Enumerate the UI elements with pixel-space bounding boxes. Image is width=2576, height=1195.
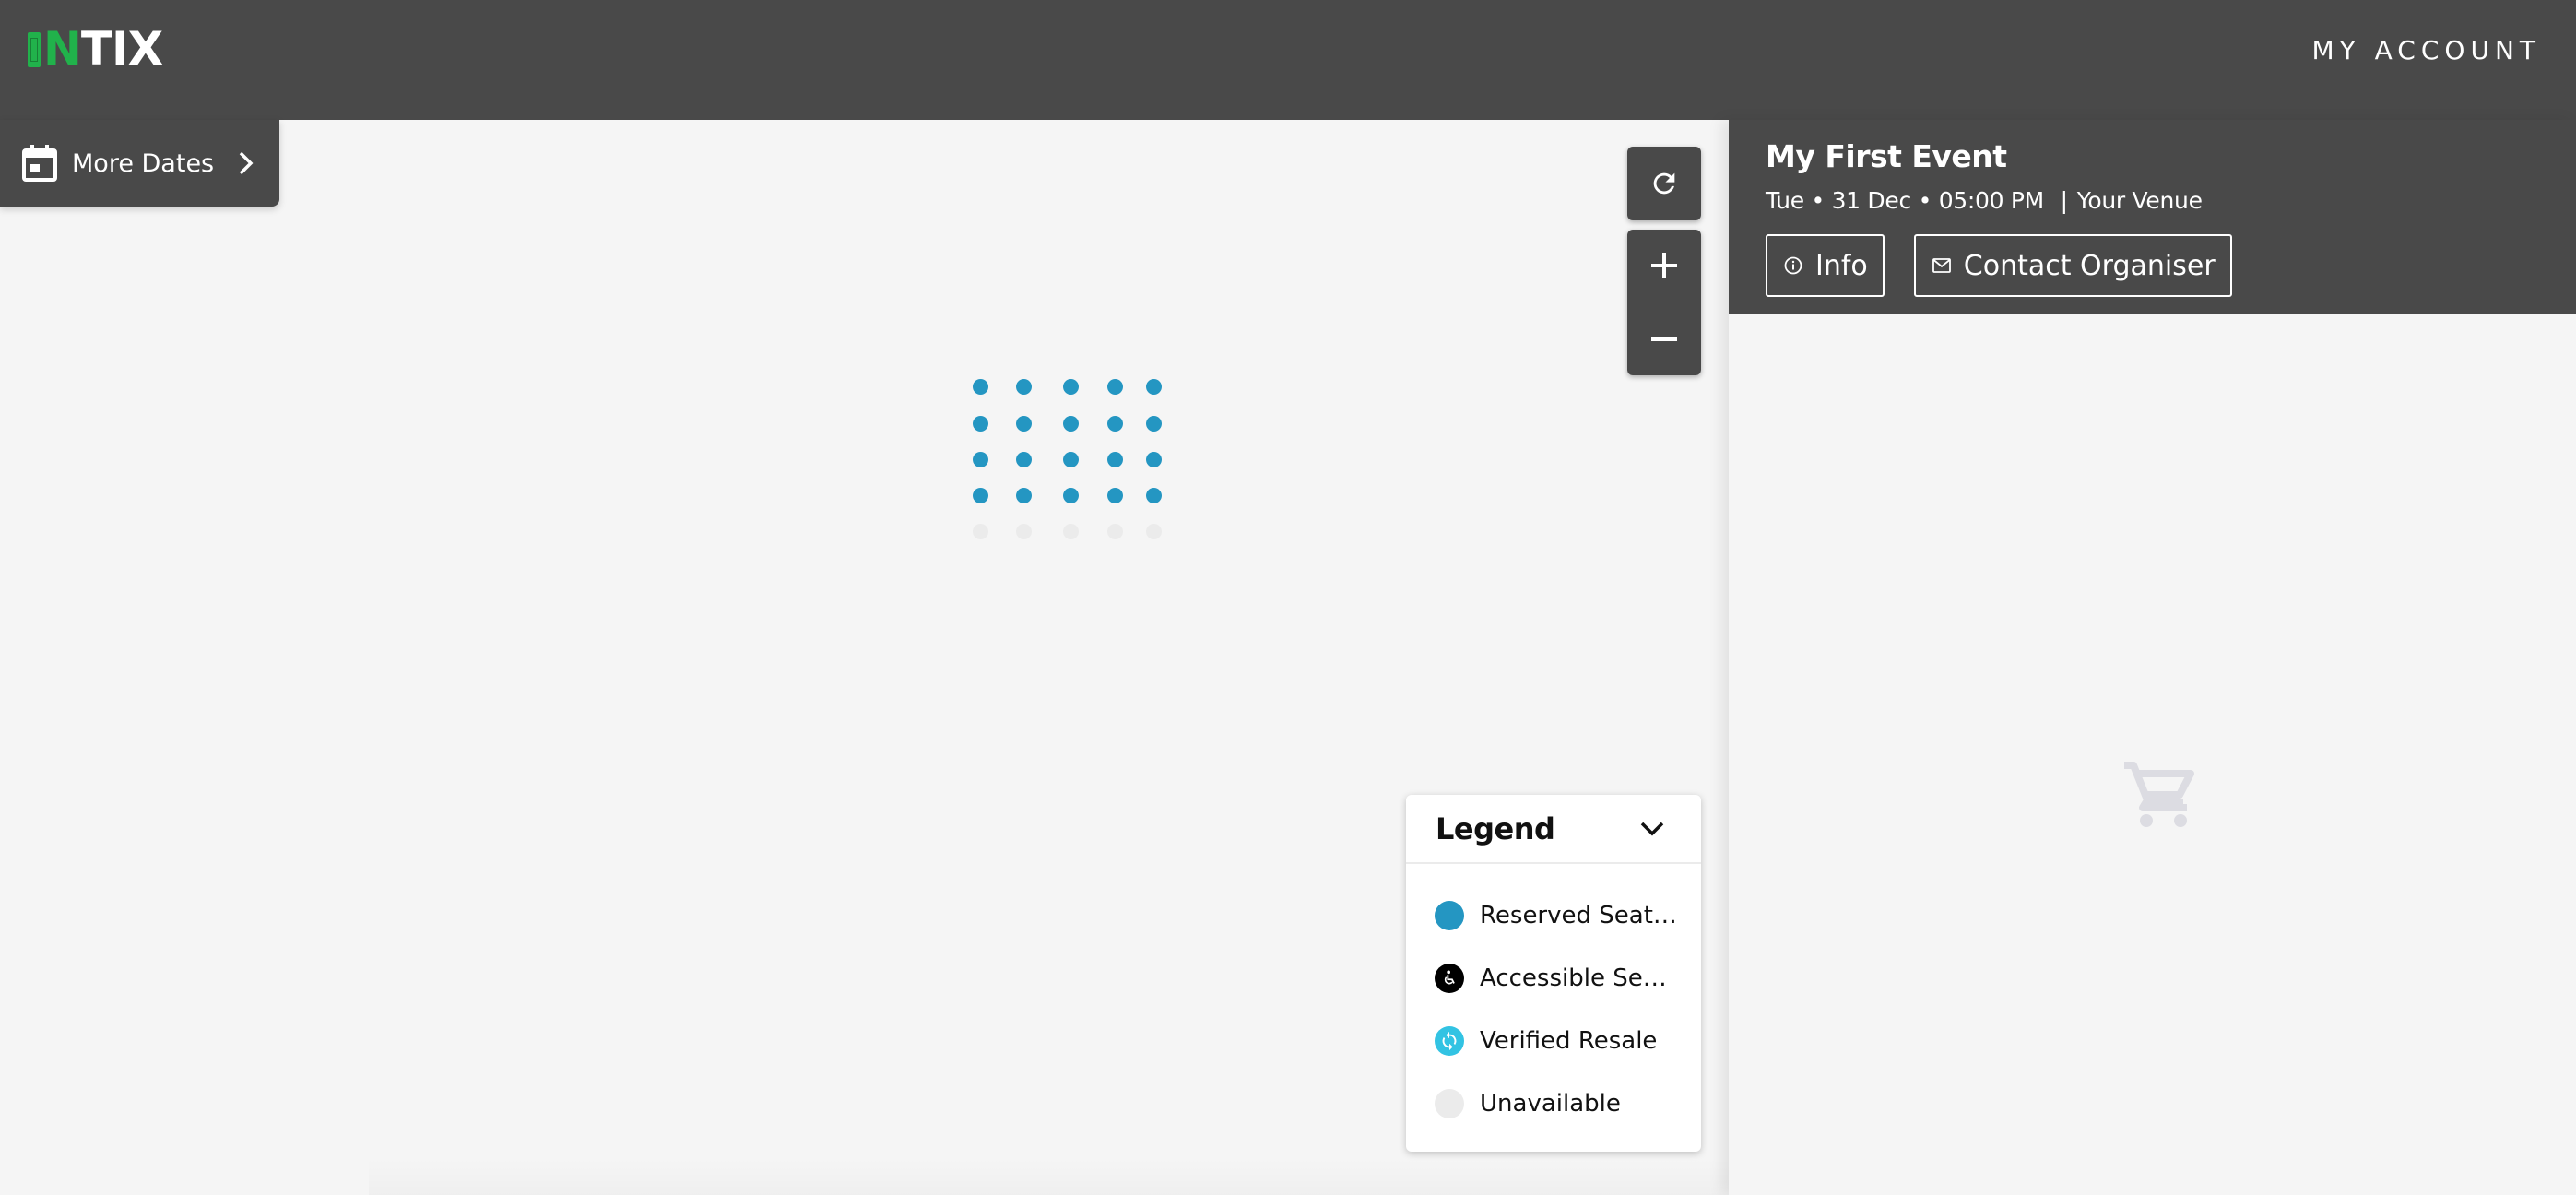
legend-toggle[interactable]: Legend <box>1406 795 1701 864</box>
event-header: My First Event Tue • 31 Dec • 05:00 PM |… <box>1729 120 2576 314</box>
legend-panel: Legend Reserved Seating Accessible Seati… <box>1406 795 1701 1152</box>
plus-icon <box>1651 253 1677 278</box>
loader-dot <box>973 524 988 539</box>
loader-dot <box>973 379 988 395</box>
loader-dot <box>973 452 988 467</box>
calendar-icon <box>22 145 57 182</box>
resale-icon <box>1435 1026 1464 1056</box>
bullet: • <box>1918 187 1932 214</box>
loader-dot <box>1016 452 1032 467</box>
legend-item-unavailable: Unavailable <box>1406 1072 1701 1135</box>
refresh-icon <box>1653 172 1675 195</box>
info-button[interactable]: Info <box>1766 234 1885 297</box>
loader-dot <box>1016 524 1032 539</box>
legend-label: Reserved Seating <box>1480 902 1678 929</box>
event-date-venue: Tue • 31 Dec • 05:00 PM | Your Venue <box>1766 187 2576 214</box>
refresh-button[interactable] <box>1627 147 1701 220</box>
legend-list: Reserved Seating Accessible Seating Veri… <box>1406 864 1701 1135</box>
event-venue: Your Venue <box>2076 187 2203 214</box>
loader-dot <box>1146 488 1162 503</box>
cart-icon <box>2124 762 2194 827</box>
loader-dot <box>1146 452 1162 467</box>
divider: | <box>2060 187 2068 214</box>
loader-dot <box>1016 379 1032 395</box>
minus-icon <box>1651 337 1677 341</box>
seat-map-canvas[interactable]: Legend Reserved Seating Accessible Seati… <box>0 120 1729 1195</box>
event-actions: Info Contact Organiser <box>1766 234 2576 297</box>
loader-dot <box>1107 488 1123 503</box>
intix-logo[interactable]: N TIX <box>28 22 163 76</box>
legend-item-reserved: Reserved Seating <box>1406 884 1701 947</box>
chevron-right-icon <box>239 151 254 175</box>
loader-dot <box>1107 452 1123 467</box>
event-date: 31 Dec <box>1831 187 1912 214</box>
legend-label: Verified Resale <box>1480 1027 1658 1055</box>
zoom-in-button[interactable] <box>1627 230 1701 302</box>
contact-organiser-button[interactable]: Contact Organiser <box>1913 234 2232 297</box>
legend-label: Unavailable <box>1480 1090 1621 1118</box>
loader-dot <box>1016 488 1032 503</box>
more-dates-button[interactable]: More Dates <box>0 120 279 207</box>
loader-dot <box>1146 379 1162 395</box>
loader-dot <box>1016 416 1032 432</box>
loader-dot <box>1063 416 1079 432</box>
logo-letter-accent: N <box>43 22 82 76</box>
loader-dot <box>1146 416 1162 432</box>
event-time: 05:00 PM <box>1938 187 2045 214</box>
event-title: My First Event <box>1766 138 2007 174</box>
loader-dot <box>1063 488 1079 503</box>
info-button-label: Info <box>1815 249 1868 282</box>
map-bottom-shade <box>369 1158 1729 1195</box>
loader-dot <box>1107 524 1123 539</box>
legend-item-accessible: Accessible Seating <box>1406 947 1701 1010</box>
loader-dot <box>1107 379 1123 395</box>
zoom-out-button[interactable] <box>1627 302 1701 375</box>
more-dates-label: More Dates <box>72 148 215 178</box>
legend-item-resale: Verified Resale <box>1406 1010 1701 1072</box>
my-account-link[interactable]: MY ACCOUNT <box>2311 35 2541 65</box>
reserved-seat-dot-icon <box>1435 901 1464 930</box>
wheelchair-icon <box>1435 964 1464 993</box>
bullet: • <box>1811 187 1825 214</box>
info-icon <box>1784 256 1802 275</box>
loader-dot <box>1107 416 1123 432</box>
legend-title: Legend <box>1436 810 1555 846</box>
mail-icon <box>1932 258 1951 273</box>
event-side-panel: My First Event Tue • 31 Dec • 05:00 PM |… <box>1729 120 2576 1195</box>
unavailable-seat-dot-icon <box>1435 1089 1464 1118</box>
loader-dot <box>973 416 988 432</box>
loader-dot <box>1063 452 1079 467</box>
loader-dot <box>973 488 988 503</box>
zoom-controls <box>1627 230 1701 375</box>
chevron-down-icon <box>1640 822 1664 835</box>
loader-dot <box>1063 524 1079 539</box>
logo-letters: TIX <box>80 22 163 76</box>
top-navigation-bar: N TIX MY ACCOUNT <box>0 0 2576 120</box>
loader-dot <box>1063 379 1079 395</box>
event-day: Tue <box>1766 187 1804 214</box>
legend-label: Accessible Seating <box>1480 964 1678 992</box>
loader-dot <box>1146 524 1162 539</box>
contact-organiser-label: Contact Organiser <box>1963 249 2216 282</box>
ticket-logo-icon <box>28 32 41 67</box>
